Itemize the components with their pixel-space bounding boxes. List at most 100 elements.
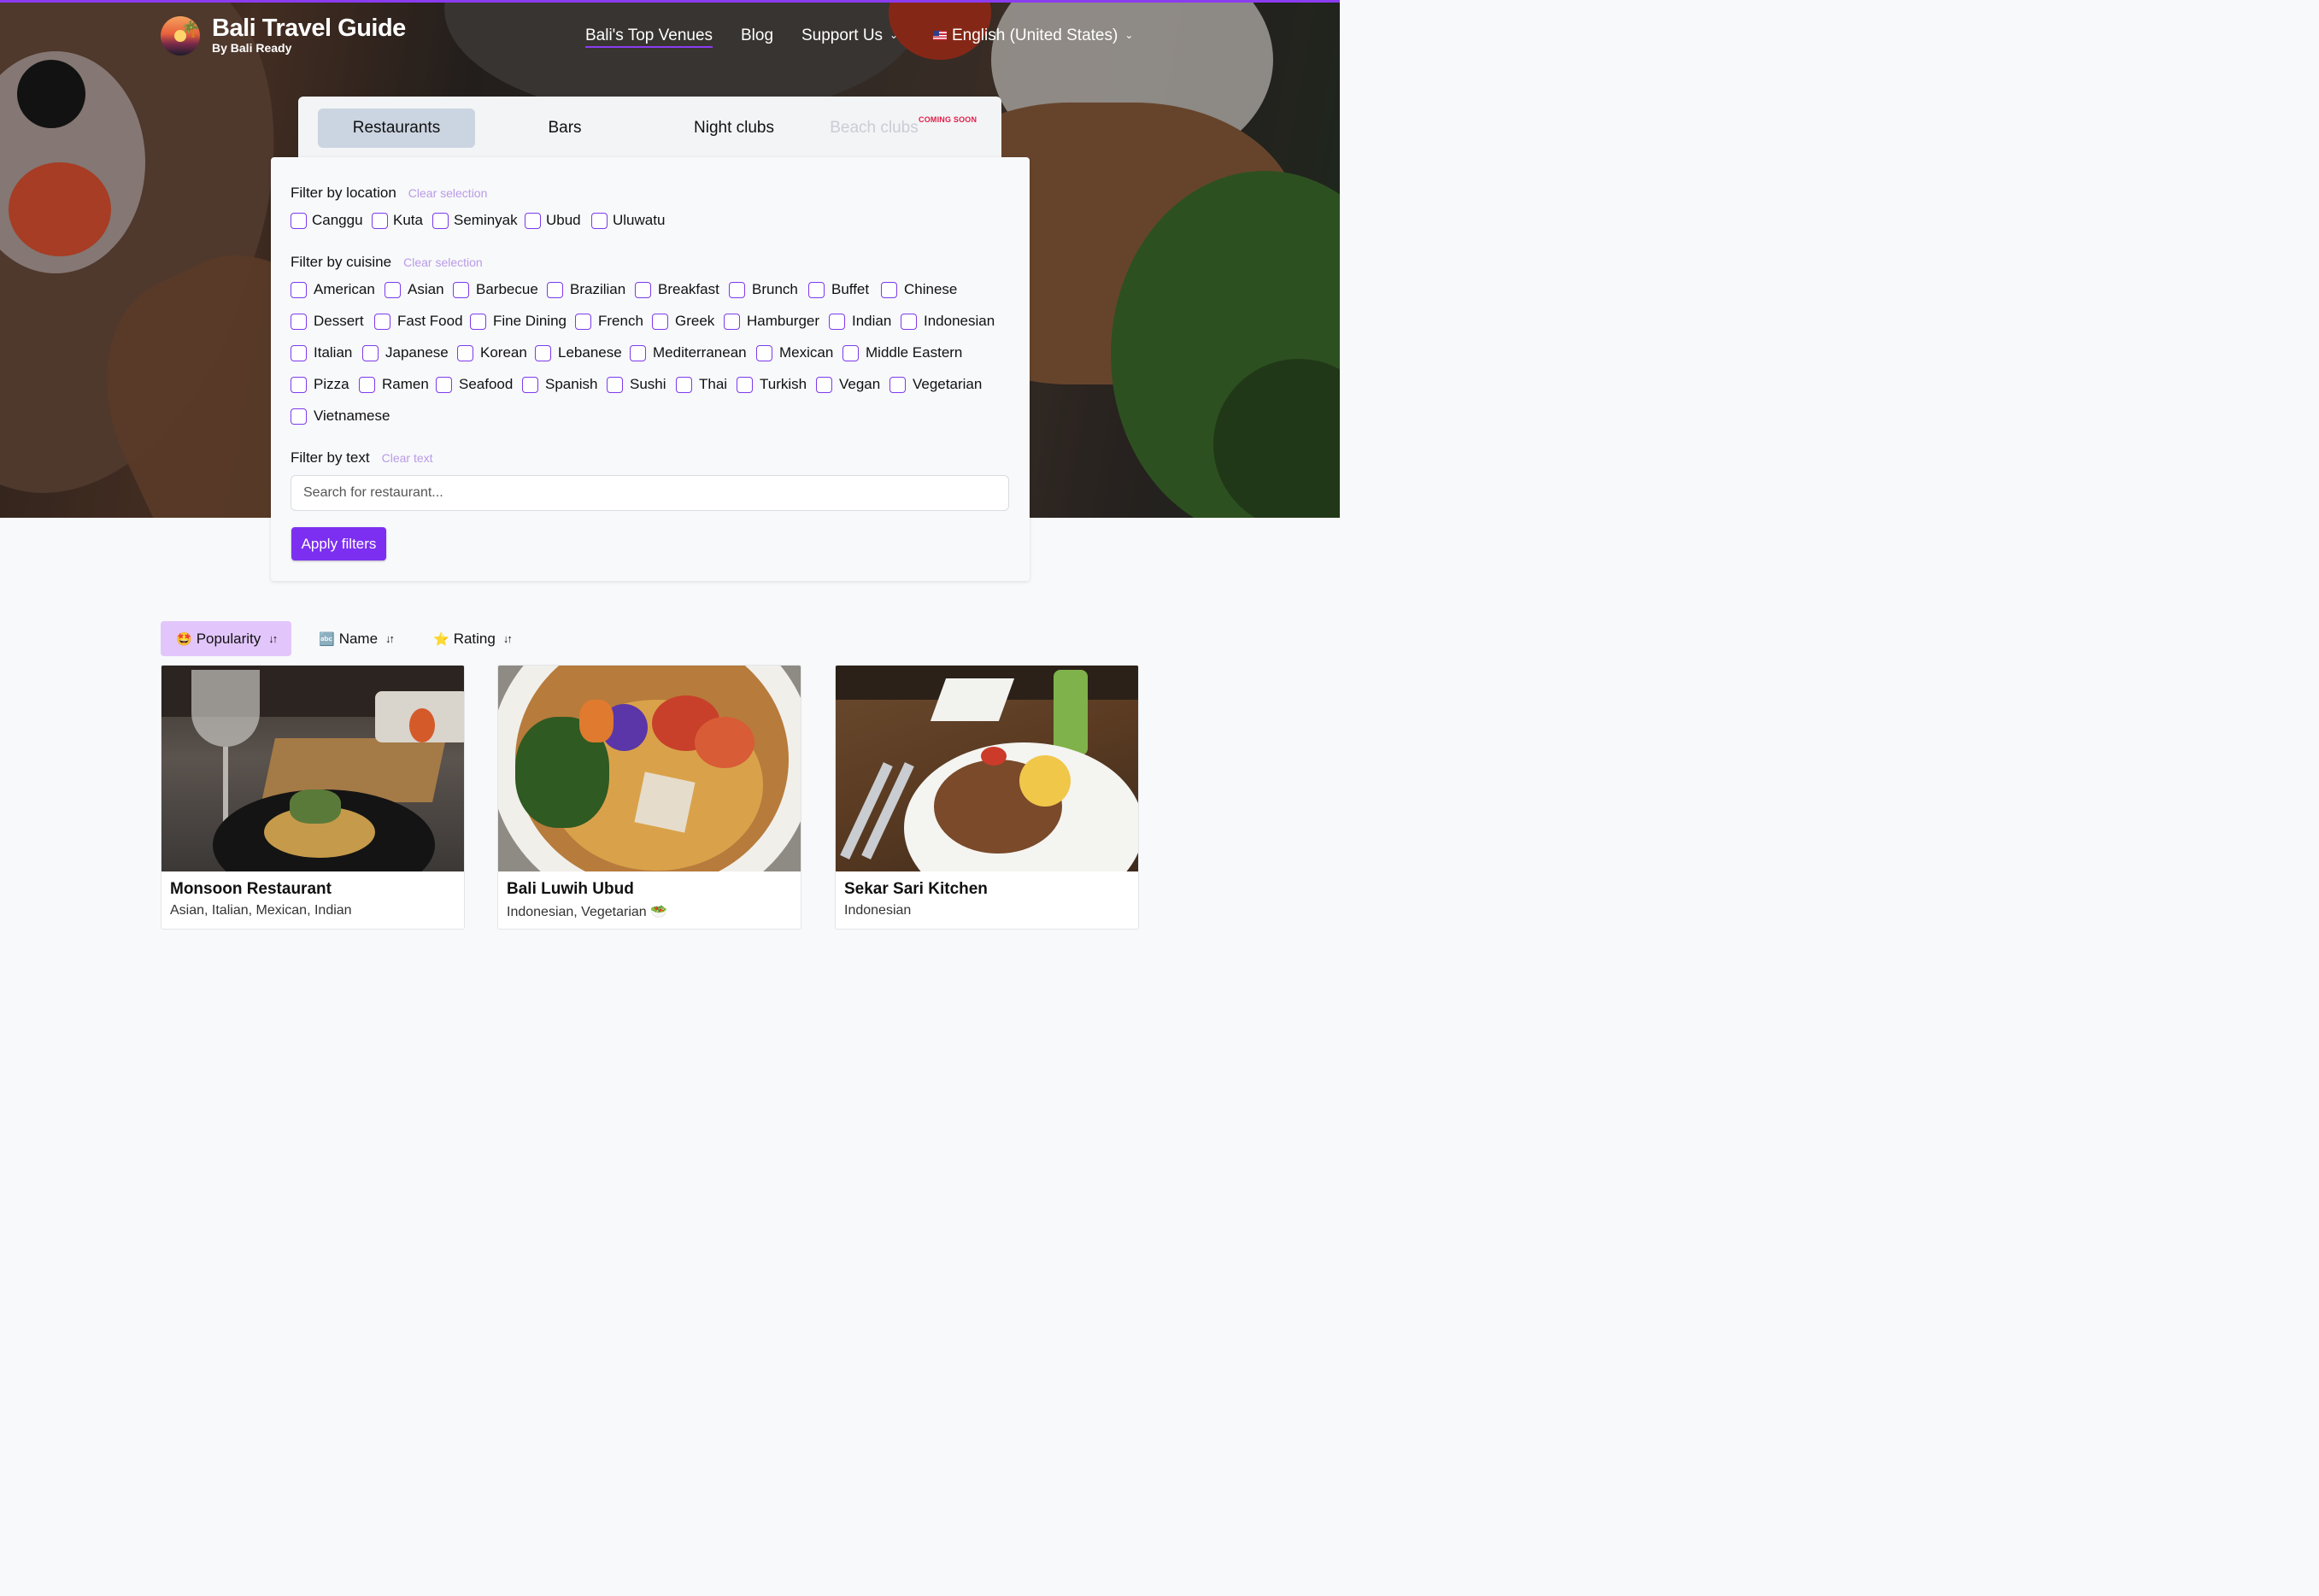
cuisine-option[interactable]: Middle Eastern (842, 344, 962, 361)
cuisine-option[interactable]: Vegan (816, 376, 880, 393)
cuisine-option[interactable]: Fast Food (374, 313, 463, 330)
apply-filters-button[interactable]: Apply filters (291, 527, 386, 560)
cuisine-clear-selection-link[interactable]: Clear selection (403, 255, 483, 269)
site-title[interactable]: Bali Travel Guide (212, 15, 406, 43)
venue-name[interactable]: Bali Luwih Ubud (507, 880, 634, 899)
cuisine-option[interactable]: Indonesian (901, 313, 995, 330)
checkbox[interactable] (291, 281, 307, 298)
sort-popularity-button[interactable]: 🤩 Popularity ↓↑ (161, 621, 292, 656)
checkbox[interactable] (630, 344, 646, 361)
tab-night-clubs[interactable]: Night clubs (655, 109, 813, 148)
cuisine-option[interactable]: Brazilian (547, 281, 625, 298)
checkbox[interactable] (889, 376, 906, 393)
cuisine-option[interactable]: Korean (457, 344, 527, 361)
checkbox[interactable] (359, 376, 375, 393)
checkbox[interactable] (591, 212, 608, 229)
checkbox[interactable] (881, 281, 897, 298)
checkbox[interactable] (652, 313, 668, 330)
checkbox[interactable] (829, 313, 845, 330)
cuisine-option[interactable]: Thai (676, 376, 727, 393)
checkbox[interactable] (575, 313, 591, 330)
cuisine-option[interactable]: Brunch (729, 281, 798, 298)
sort-direction-icon: ↓↑ (502, 632, 513, 645)
language-selector[interactable]: English (United States) ⌄ (933, 26, 1133, 45)
venue-card[interactable]: Sekar Sari Kitchen Indonesian (835, 665, 1139, 930)
cuisine-option[interactable]: Sushi (607, 376, 666, 393)
checkbox[interactable] (756, 344, 772, 361)
cuisine-option[interactable]: Vietnamese (291, 408, 390, 425)
tab-restaurants[interactable]: Restaurants (318, 109, 475, 148)
cuisine-option[interactable]: Indian (829, 313, 891, 330)
checkbox[interactable] (729, 281, 745, 298)
restaurant-search-input[interactable]: Search for restaurant... (291, 475, 1009, 511)
location-option[interactable]: Uluwatu (591, 212, 665, 229)
checkbox[interactable] (291, 212, 307, 229)
checkbox[interactable] (676, 376, 692, 393)
checkbox[interactable] (291, 408, 307, 425)
cuisine-option[interactable]: Chinese (881, 281, 957, 298)
cuisine-option[interactable]: Barbecue (453, 281, 538, 298)
sort-name-button[interactable]: 🔤 Name ↓↑ (303, 621, 408, 656)
checkbox[interactable] (842, 344, 859, 361)
cuisine-option[interactable]: Turkish (737, 376, 807, 393)
cuisine-option[interactable]: Mediterranean (630, 344, 747, 361)
cuisine-option[interactable]: Greek (652, 313, 714, 330)
cuisine-option[interactable]: Seafood (436, 376, 513, 393)
checkbox[interactable] (291, 313, 307, 330)
checkbox[interactable] (470, 313, 486, 330)
cuisine-option[interactable]: Dessert (291, 313, 364, 330)
checkbox[interactable] (453, 281, 469, 298)
checkbox[interactable] (291, 376, 307, 393)
venue-name[interactable]: Monsoon Restaurant (170, 880, 332, 899)
checkbox[interactable] (737, 376, 753, 393)
checkbox[interactable] (457, 344, 473, 361)
location-option[interactable]: Kuta (372, 212, 423, 229)
cuisine-option[interactable]: Italian (291, 344, 352, 361)
cuisine-option[interactable]: Asian (385, 281, 444, 298)
checkbox[interactable] (808, 281, 825, 298)
checkbox[interactable] (535, 344, 551, 361)
location-option[interactable]: Ubud (525, 212, 581, 229)
cuisine-option[interactable]: Lebanese (535, 344, 622, 361)
nav-link-top-venues[interactable]: Bali's Top Venues (585, 26, 713, 48)
nav-support-us-dropdown[interactable]: Support Us ⌄ (801, 26, 898, 45)
venue-card[interactable]: Monsoon Restaurant Asian, Italian, Mexic… (161, 665, 465, 930)
location-option[interactable]: Seminyak (432, 212, 518, 229)
logo-icon[interactable]: 🌴 (161, 16, 200, 56)
cuisine-option[interactable]: Japanese (362, 344, 449, 361)
checkbox[interactable] (432, 212, 449, 229)
venue-card[interactable]: Bali Luwih Ubud Indonesian, Vegetarian 🥗 (497, 665, 801, 930)
location-option[interactable]: Canggu (291, 212, 363, 229)
checkbox[interactable] (385, 281, 401, 298)
checkbox[interactable] (436, 376, 452, 393)
tab-bars[interactable]: Bars (486, 109, 643, 148)
cuisine-option[interactable]: Breakfast (635, 281, 719, 298)
cuisine-option[interactable]: Ramen (359, 376, 429, 393)
checkbox[interactable] (291, 344, 307, 361)
checkbox[interactable] (547, 281, 563, 298)
cuisine-option[interactable]: Hamburger (724, 313, 819, 330)
nav-link-blog[interactable]: Blog (741, 26, 773, 45)
checkbox[interactable] (816, 376, 832, 393)
checkbox[interactable] (635, 281, 651, 298)
cuisine-option[interactable]: French (575, 313, 643, 330)
checkbox[interactable] (525, 212, 541, 229)
cuisine-option[interactable]: American (291, 281, 375, 298)
location-clear-selection-link[interactable]: Clear selection (408, 186, 488, 200)
checkbox[interactable] (362, 344, 379, 361)
cuisine-option[interactable]: Mexican (756, 344, 833, 361)
checkbox[interactable] (901, 313, 917, 330)
cuisine-option[interactable]: Spanish (522, 376, 597, 393)
checkbox[interactable] (372, 212, 388, 229)
cuisine-option[interactable]: Vegetarian (889, 376, 982, 393)
cuisine-option[interactable]: Buffet (808, 281, 869, 298)
cuisine-option[interactable]: Pizza (291, 376, 349, 393)
checkbox[interactable] (522, 376, 538, 393)
clear-text-link[interactable]: Clear text (382, 451, 433, 465)
sort-rating-button[interactable]: ⭐ Rating ↓↑ (418, 621, 526, 656)
checkbox[interactable] (724, 313, 740, 330)
checkbox[interactable] (374, 313, 390, 330)
checkbox[interactable] (607, 376, 623, 393)
cuisine-option[interactable]: Fine Dining (470, 313, 567, 330)
venue-name[interactable]: Sekar Sari Kitchen (844, 880, 988, 899)
